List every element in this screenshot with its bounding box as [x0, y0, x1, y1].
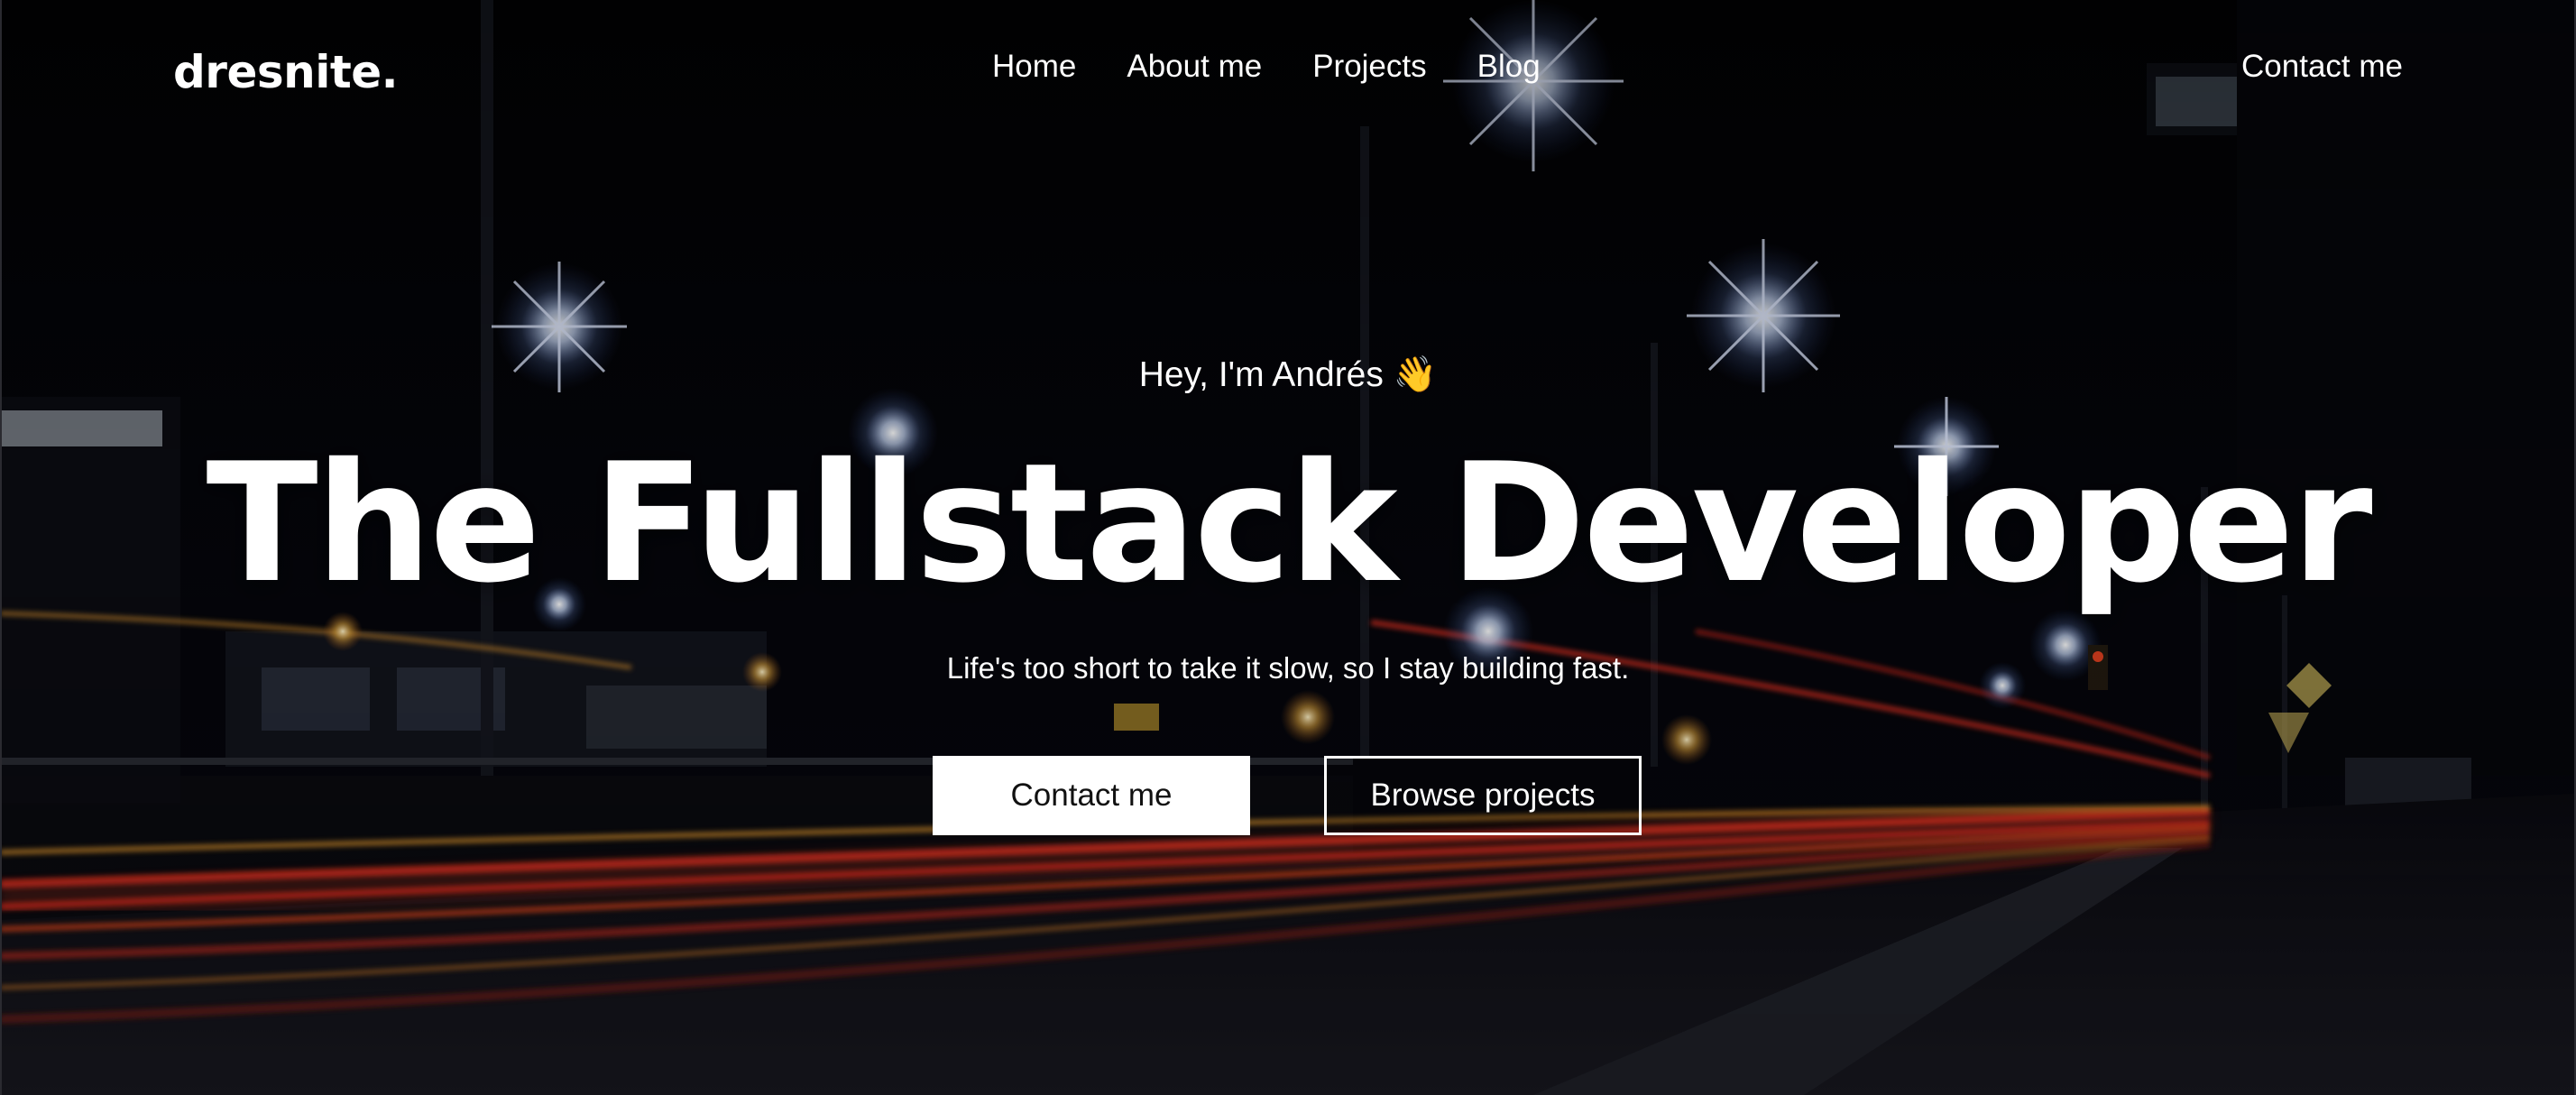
nav-link-projects[interactable]: Projects — [1312, 49, 1426, 85]
contact-me-button[interactable]: Contact me — [933, 756, 1250, 835]
nav-link-home[interactable]: Home — [992, 49, 1076, 85]
hero-subtitle: Life's too short to take it slow, so I s… — [946, 651, 1630, 685]
nav-contact-link[interactable]: Contact me — [2241, 40, 2403, 94]
main-navigation: Home About me Projects Blog — [992, 40, 1624, 94]
nav-link-blog[interactable]: Blog — [1477, 49, 1541, 85]
landing-page: dresnite. Home About me Projects Blog Co… — [0, 0, 2576, 1095]
browse-projects-button[interactable]: Browse projects — [1324, 756, 1642, 835]
site-logo[interactable]: dresnite. — [173, 43, 399, 101]
nav-link-about-me[interactable]: About me — [1127, 49, 1262, 85]
hero-greeting: Hey, I'm Andrés 👋 — [1138, 355, 1438, 394]
hero-title: The Fullstack Developer — [206, 428, 2372, 619]
